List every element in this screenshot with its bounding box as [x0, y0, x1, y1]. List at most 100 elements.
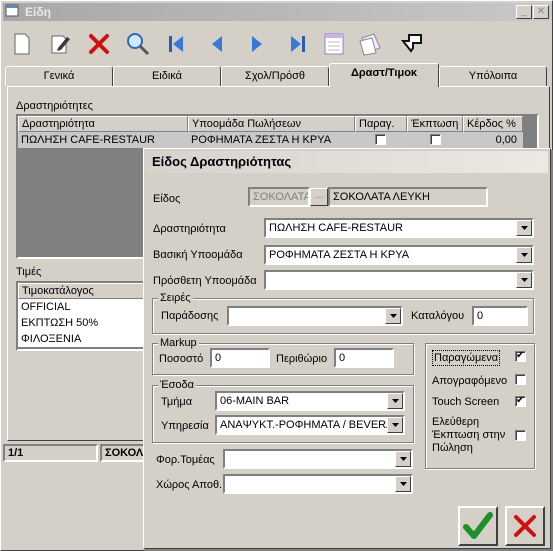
edit-icon	[51, 35, 70, 54]
dialog-title: Είδος Δραστηριότητας	[146, 151, 548, 173]
series-group-title: Σειρές	[158, 292, 193, 304]
margin-label: Περιθώριο	[276, 353, 328, 365]
inventoried-label: Απογραφόμενο	[432, 375, 508, 387]
cancel-x-icon	[514, 515, 536, 537]
touch-screen-checkbox[interactable]	[515, 395, 526, 407]
department-select[interactable]: 06-MAIN BAR	[215, 391, 405, 411]
previous-record-icon	[212, 36, 222, 52]
window-titlebar: Είδη	[3, 3, 552, 21]
tab-special[interactable]: Ειδικά	[113, 66, 221, 86]
documents-button[interactable]	[358, 31, 384, 57]
item-code-field[interactable]: ΣΟΚΟΛΑΤΑ	[248, 187, 310, 207]
storage-select[interactable]	[223, 474, 413, 494]
cancel-button[interactable]	[505, 506, 545, 546]
activity-item-dialog: Είδος Δραστηριότητας Είδος ΣΟΚΟΛΑΤΑ ... …	[143, 148, 551, 549]
tax-sector-select[interactable]	[223, 449, 413, 469]
tax-sector-label: Φορ.Τομέας	[156, 454, 215, 466]
department-value: 06-MAIN BAR	[220, 395, 290, 407]
service-value: ΑΝΑΨΥΚΤ.-ΡΟΦΗΜΑΤΑ / BEVERA	[220, 419, 394, 431]
col-activity[interactable]: Δραστηριότητα	[18, 116, 188, 132]
item-label: Είδος	[153, 193, 181, 205]
catalog-field[interactable]: 0	[472, 306, 528, 326]
basic-subgroup-value: ΡΟΦΗΜΑΤΑ ΖΕΣΤΑ Η ΚΡΥΑ	[269, 249, 410, 261]
col-discount[interactable]: Έκπτωση	[407, 116, 463, 132]
checkmark-icon	[463, 512, 493, 539]
ok-button[interactable]	[458, 506, 498, 546]
storage-label: Χώρος Αποθ.	[156, 479, 223, 491]
chevron-down-icon[interactable]	[516, 220, 532, 236]
chevron-down-icon[interactable]	[385, 308, 401, 324]
row-discount-checkbox[interactable]	[430, 134, 441, 145]
activity-value: ΠΩΛΗΣΗ CAFE-RESTAUR	[269, 222, 404, 234]
col-profit[interactable]: Κέρδος %	[463, 116, 523, 132]
basic-subgroup-label: Βασική Υποομάδα	[153, 249, 243, 261]
col-sales-subgroup[interactable]: Υποομάδα Πωλήσεων	[188, 116, 355, 132]
previous-record-button[interactable]	[204, 31, 230, 57]
catalog-label: Καταλόγου	[411, 310, 465, 322]
revenue-group-title: Έσοδα	[158, 379, 197, 391]
activities-group-title: Δραστηριότητες	[16, 100, 93, 112]
chevron-down-icon[interactable]	[516, 247, 532, 263]
margin-field[interactable]: 0	[334, 348, 394, 368]
calendar-icon	[324, 33, 344, 55]
delivery-series-select[interactable]	[227, 306, 403, 326]
new-document-icon	[14, 33, 30, 55]
markup-group-title: Markup	[158, 337, 199, 349]
calendar-button[interactable]	[321, 31, 347, 57]
department-label: Τμήμα	[161, 396, 193, 408]
extra-subgroup-select[interactable]	[264, 270, 534, 290]
exit-button[interactable]	[398, 31, 424, 57]
delete-x-icon	[89, 34, 109, 54]
free-discount-checkbox[interactable]	[515, 430, 526, 441]
search-button[interactable]	[125, 31, 151, 57]
minimize-button[interactable]: _	[516, 5, 532, 19]
chevron-down-icon[interactable]	[395, 451, 411, 467]
search-icon	[127, 33, 150, 56]
extra-subgroup-label: Πρόσθετη Υποομάδα	[153, 275, 257, 287]
chevron-down-icon[interactable]	[395, 476, 411, 492]
row-profit: 0,00	[495, 134, 517, 146]
window-title: Είδη	[25, 5, 51, 19]
status-record: 1/1	[3, 444, 98, 462]
inventoried-checkbox[interactable]	[515, 374, 526, 385]
service-select[interactable]: ΑΝΑΨΥΚΤ.-ΡΟΦΗΜΑΤΑ / BEVERA	[215, 415, 405, 435]
last-record-icon	[291, 36, 305, 52]
tab-activity-pricelist[interactable]: Δραστ/Τιμοκ	[329, 63, 439, 87]
first-record-icon	[169, 36, 183, 52]
row-production-checkbox[interactable]	[375, 134, 386, 145]
close-window-button[interactable]: ✕	[533, 5, 549, 19]
produced-checkbox[interactable]	[515, 350, 526, 362]
new-button[interactable]	[9, 31, 35, 57]
percent-label: Ποσοστό	[159, 353, 204, 365]
table-row[interactable]: ΠΩΛΗΣΗ CAFE-RESTAUR ΡΟΦΗΜΑΤΑ ΖΕΣΤΑ Η ΚΡΥ…	[18, 132, 523, 148]
tab-notes[interactable]: Σχολ/Πρόσθ	[221, 66, 329, 86]
chevron-down-icon[interactable]	[516, 272, 532, 288]
chevron-down-icon[interactable]	[387, 393, 403, 409]
tab-general[interactable]: Γενικά	[5, 66, 113, 86]
tab-balances[interactable]: Υπόλοιπα	[439, 66, 547, 86]
col-production[interactable]: Παραγ.	[355, 116, 407, 132]
basic-subgroup-select[interactable]: ΡΟΦΗΜΑΤΑ ΖΕΣΤΑ Η ΚΡΥΑ	[264, 245, 534, 265]
row-subgroup: ΡΟΦΗΜΑΤΑ ΖΕΣΤΑ Η ΚΡΥΑ	[191, 134, 332, 146]
app-icon	[5, 4, 19, 17]
delivery-label: Παράδοσης	[161, 310, 219, 322]
free-discount-label: Ελεύθερη Έκπτωση στην Πώληση	[432, 416, 506, 454]
prices-group-title: Τιμές	[16, 266, 42, 278]
edit-button[interactable]	[48, 31, 74, 57]
item-browse-button[interactable]: ...	[310, 188, 328, 206]
activity-label: Δραστηριότητα	[153, 223, 226, 235]
chevron-down-icon[interactable]	[387, 417, 403, 433]
exit-arrow-icon	[400, 34, 422, 53]
delete-button[interactable]	[86, 31, 112, 57]
item-name-field: ΣΟΚΟΛΑΤΑ ΛΕΥΚΗ	[328, 187, 488, 207]
documents-icon	[359, 33, 381, 56]
next-record-button[interactable]	[244, 31, 270, 57]
activity-select[interactable]: ΠΩΛΗΣΗ CAFE-RESTAUR	[264, 218, 534, 238]
service-label: Υπηρεσία	[161, 420, 209, 432]
produced-label: Παραγώμενα	[432, 350, 501, 366]
first-record-button[interactable]	[163, 31, 189, 57]
row-activity: ΠΩΛΗΣΗ CAFE-RESTAUR	[21, 134, 156, 146]
touch-screen-label: Touch Screen	[432, 396, 500, 408]
percent-field[interactable]: 0	[210, 348, 270, 368]
last-record-button[interactable]	[285, 31, 311, 57]
